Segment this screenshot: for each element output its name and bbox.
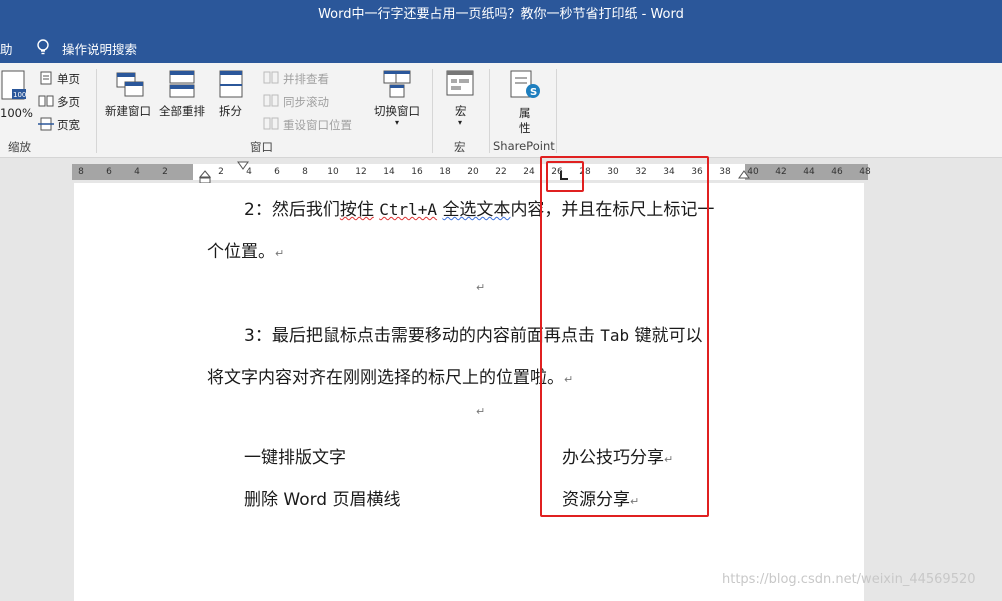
ctrl-a-text: Ctrl+A <box>379 200 438 219</box>
lightbulb-icon[interactable] <box>36 39 50 55</box>
ruler-tick-label: 12 <box>355 167 367 177</box>
window-title: Word中一行字还要占用一页纸吗？教你一秒节省打印纸 - Word <box>318 7 684 22</box>
multiple-pages-button[interactable]: 多页 <box>57 94 80 110</box>
ruler-tick-label: 48 <box>859 167 871 177</box>
zoom-100-icon[interactable]: 100 <box>0 69 30 103</box>
grammar-underlined-text: 全选文本 <box>442 200 511 220</box>
one-page-icon <box>40 71 52 85</box>
split-button[interactable]: 拆分 <box>219 103 242 119</box>
ruler-tick-label: 24 <box>523 167 535 177</box>
macros-dropdown-icon[interactable]: ▾ <box>458 118 462 127</box>
ribbon-separator <box>432 69 433 153</box>
paragraph-2-line-2: 个位置。↵ <box>207 237 284 262</box>
ruler-tick-label: 8 <box>78 167 84 177</box>
ruler-tick-label: 40 <box>747 167 759 177</box>
window-group-label: 窗口 <box>250 140 273 154</box>
ruler-tick-label: 6 <box>106 167 112 177</box>
ruler-tick-label: 22 <box>495 167 507 177</box>
document-page[interactable]: 2：然后我们按住 Ctrl+A 全选文本内容，并且在标尺上标记一 个位置。↵ ↵… <box>74 183 864 601</box>
text-run: 2：然后我们 <box>244 200 340 220</box>
text-run: 将文字内容对齐在刚刚选择的标尺上的位置啦。 <box>207 368 564 388</box>
svg-text:100: 100 <box>13 91 26 99</box>
macros-button[interactable]: 宏 <box>455 103 467 119</box>
ruler-tick-label: 10 <box>327 167 339 177</box>
ribbon-separator <box>96 69 97 153</box>
arrange-all-button[interactable]: 全部重排 <box>159 103 205 119</box>
ruler-tick-label: 8 <box>302 167 308 177</box>
tab-row-1-left: 一键排版文字 <box>244 448 346 468</box>
sync-scroll-button[interactable]: 同步滚动 <box>283 94 329 110</box>
watermark: https://blog.csdn.net/weixin_44569520 <box>722 572 976 587</box>
switch-windows-button[interactable]: 切换窗口 <box>374 103 420 119</box>
paragraph-3-line-2: 将文字内容对齐在刚刚选择的标尺上的位置啦。↵ <box>207 363 573 388</box>
switch-windows-icon <box>383 70 411 98</box>
new-window-button[interactable]: 新建窗口 <box>105 103 151 119</box>
arrange-all-icon <box>169 70 195 98</box>
zoom-100-button[interactable]: 100% <box>0 106 33 120</box>
properties-icon: S <box>510 70 540 98</box>
reset-window-position-icon <box>263 117 279 130</box>
ruler-tick-label: 2 <box>162 167 168 177</box>
ruler-tick-label: 42 <box>775 167 787 177</box>
highlight-box-tab-stop <box>546 161 584 192</box>
ruler-tick-label: 16 <box>411 167 423 177</box>
ruler-tick-label: 6 <box>274 167 280 177</box>
zoom-group-label: 缩放 <box>8 140 31 154</box>
highlight-box-tab-column <box>540 156 709 517</box>
ruler-tick-label: 38 <box>719 167 731 177</box>
ruler-tick-label: 46 <box>831 167 843 177</box>
hanging-indent-marker-icon[interactable] <box>199 170 211 184</box>
tell-me-bar: 助 操作说明搜索 <box>0 30 1002 63</box>
view-side-by-side-button[interactable]: 并排查看 <box>283 71 329 87</box>
ribbon-separator <box>556 69 557 153</box>
sync-scroll-icon <box>263 94 279 107</box>
page-width-icon <box>38 117 54 131</box>
split-icon <box>219 70 243 98</box>
ruler-tick-label: 18 <box>439 167 451 177</box>
ruler-tick-label: 14 <box>383 167 395 177</box>
ruler-tick-label: 44 <box>803 167 815 177</box>
tab-row-2-left: 删除 Word 页眉横线 <box>244 490 401 510</box>
sharepoint-group-label: SharePoint <box>493 139 555 153</box>
new-window-icon <box>116 72 144 97</box>
tell-me-search[interactable]: 操作说明搜索 <box>62 39 137 58</box>
horizontal-ruler[interactable]: 8 6 4 2 2 4 6 8 10 12 14 16 18 20 22 24 26 28 30 32 34 36 38 40… <box>72 161 871 184</box>
text-run: 个位置。 <box>207 242 275 262</box>
page-width-button[interactable]: 页宽 <box>57 117 80 133</box>
macros-icon <box>446 70 474 96</box>
ruler-tick-label: 4 <box>134 167 140 177</box>
help-tab-fragment[interactable]: 助 <box>0 39 13 58</box>
ruler-tick-label: 4 <box>246 167 252 177</box>
paragraph-mark: ↵ <box>275 247 285 260</box>
svg-text:S: S <box>530 87 537 98</box>
empty-paragraph-mark: ↵ <box>476 281 486 294</box>
one-page-button[interactable]: 单页 <box>57 71 80 87</box>
document-area: 8 6 4 2 2 4 6 8 10 12 14 16 18 20 22 24 26 28 30 32 34 36 38 40… <box>0 158 1002 601</box>
ribbon-view: 100 100% 单页 多页 页宽 缩放 新建窗口 全部重排 拆分 并排查看 同… <box>0 63 1002 158</box>
reset-window-position-button[interactable]: 重设窗口位置 <box>283 117 352 133</box>
ribbon-separator <box>489 69 490 153</box>
title-bar: Word中一行字还要占用一页纸吗？教你一秒节省打印纸 - Word <box>0 0 1002 30</box>
properties-button-line1[interactable]: 属 <box>519 105 531 121</box>
spelling-underlined-text: 按住 <box>339 200 374 220</box>
switch-windows-dropdown-icon[interactable]: ▾ <box>395 118 399 127</box>
multiple-pages-icon <box>38 95 54 107</box>
side-by-side-icon <box>263 71 279 84</box>
ruler-tick-label: 20 <box>467 167 479 177</box>
empty-paragraph-mark: ↵ <box>476 405 486 418</box>
ruler-tick-label: 2 <box>218 167 224 177</box>
properties-button-line2[interactable]: 性 <box>519 120 531 136</box>
macros-group-label: 宏 <box>454 140 466 154</box>
